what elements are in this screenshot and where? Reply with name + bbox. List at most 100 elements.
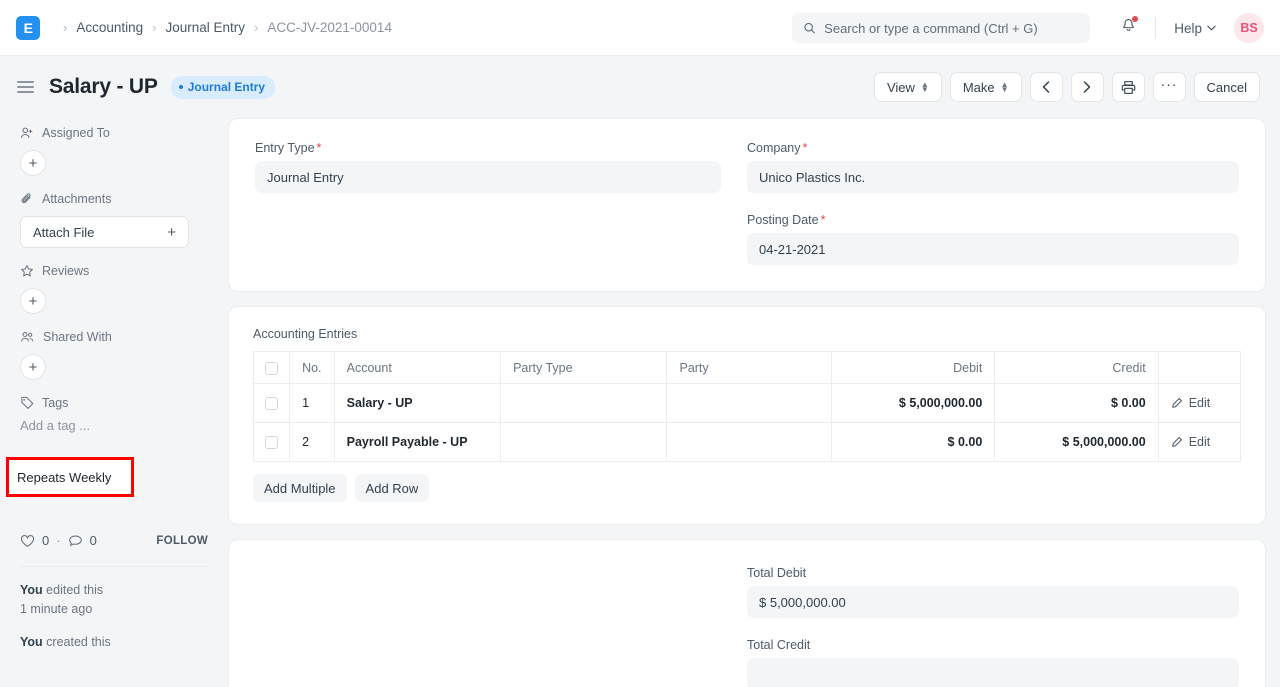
tags-label-row: Tags [20,396,208,410]
heart-icon[interactable] [20,534,35,548]
row-debit[interactable]: $ 5,000,000.00 [831,384,994,423]
row-credit[interactable]: $ 5,000,000.00 [995,423,1158,462]
help-label: Help [1174,21,1202,36]
users-icon [20,330,35,344]
add-tag-input[interactable]: Add a tag ... [20,418,208,433]
edit-row-button[interactable]: Edit [1171,435,1228,449]
shared-with-label: Shared With [43,330,112,344]
table-row[interactable]: 2 Payroll Payable - UP $ 0.00 $ 5,000,00… [254,423,1241,462]
totals-card: Total Debit $ 5,000,000.00 Total Credit [228,539,1266,687]
column-debit: Debit [831,352,994,384]
chevron-left-icon [1042,81,1050,93]
total-credit-label: Total Credit [747,638,1239,652]
sidebar-section-attachments: Attachments Attach File + [20,192,208,248]
reviews-label-row: Reviews [20,264,208,278]
timeline-time: 1 minute ago [20,602,92,616]
attach-file-button[interactable]: Attach File + [20,216,189,248]
sidebar-section-assigned-to: Assigned To + [20,126,208,176]
posting-date-input[interactable]: 04-21-2021 [747,233,1239,265]
attachments-label: Attachments [42,192,111,206]
previous-button[interactable] [1030,72,1063,102]
pencil-icon [1171,397,1183,409]
total-credit-input[interactable] [747,658,1239,687]
details-right-column: Company* Unico Plastics Inc. Posting Dat… [747,141,1239,265]
add-share-button[interactable]: + [20,354,46,380]
row-party-type[interactable] [501,423,667,462]
breadcrumb-separator: › [254,20,258,35]
search-box[interactable] [792,13,1090,43]
required-marker: * [821,213,826,227]
column-party: Party [667,352,831,384]
breadcrumb-accounting[interactable]: Accounting [76,18,143,37]
reviews-label: Reviews [42,264,89,278]
breadcrumb-document-id[interactable]: ACC-JV-2021-00014 [267,18,392,37]
avatar[interactable]: BS [1234,13,1264,43]
notification-dot [1132,16,1138,22]
view-button[interactable]: View ▲▼ [874,72,942,102]
page-header: Salary - UP Journal Entry View ▲▼ Make ▲… [0,56,1280,118]
add-assignment-button[interactable]: + [20,150,46,176]
select-all-checkbox[interactable] [265,362,278,375]
timeline-actor: You [20,583,43,597]
top-navbar: E › Accounting › Journal Entry › ACC-JV-… [0,0,1280,56]
sidebar-toggle-icon[interactable] [14,78,37,96]
search-input[interactable] [824,21,1079,36]
sidebar-section-reviews: Reviews + [20,264,208,314]
row-party-type[interactable] [501,384,667,423]
accounting-entries-card: Accounting Entries No. Account Party Typ… [228,306,1266,525]
entry-type-label: Entry Type* [255,141,721,155]
follow-button[interactable]: FOLLOW [156,535,208,547]
details-card: Entry Type* Journal Entry Company* Unico… [228,118,1266,292]
add-row-button[interactable]: Add Row [355,474,430,502]
shared-with-label-row: Shared With [20,330,208,344]
accounting-entries-table: No. Account Party Type Party Debit Credi… [253,351,1241,462]
row-debit[interactable]: $ 0.00 [831,423,994,462]
row-credit[interactable]: $ 0.00 [995,384,1158,423]
paperclip-icon [20,192,34,206]
attachments-label-row: Attachments [20,192,208,206]
social-separator: · [56,533,60,548]
next-button[interactable] [1071,72,1104,102]
entry-type-label-text: Entry Type [255,141,315,155]
edit-label: Edit [1189,435,1211,449]
entry-type-input[interactable]: Journal Entry [255,161,721,193]
repeats-weekly-highlight[interactable]: Repeats Weekly [6,457,134,497]
column-no: No. [290,352,335,384]
add-multiple-button[interactable]: Add Multiple [253,474,347,502]
add-review-button[interactable]: + [20,288,46,314]
edit-row-button[interactable]: Edit [1171,396,1228,410]
row-checkbox[interactable] [265,397,278,410]
breadcrumb-journal-entry[interactable]: Journal Entry [165,18,245,37]
main-content: Entry Type* Journal Entry Company* Unico… [228,118,1280,687]
row-party[interactable] [667,384,831,423]
row-account[interactable]: Payroll Payable - UP [334,423,500,462]
navbar-right: Help BS [792,0,1264,56]
help-menu[interactable]: Help [1174,21,1216,36]
user-plus-icon [20,126,34,140]
navbar-divider [1155,17,1156,39]
company-input[interactable]: Unico Plastics Inc. [747,161,1239,193]
assigned-to-label: Assigned To [42,126,110,140]
chevron-down-icon [1207,25,1216,31]
assigned-to-label-row: Assigned To [20,126,208,140]
app-logo[interactable]: E [16,16,40,40]
comment-icon[interactable] [68,534,83,548]
breadcrumb-separator: › [63,20,67,35]
print-button[interactable] [1112,72,1145,102]
status-dot [179,85,183,89]
total-debit-input[interactable]: $ 5,000,000.00 [747,586,1239,618]
sidebar: Assigned To + Attachments Attach File + [0,118,228,687]
more-options-button[interactable]: ··· [1153,72,1186,102]
row-select-cell [254,423,290,462]
make-button[interactable]: Make ▲▼ [950,72,1022,102]
timeline-action: edited this [43,583,103,597]
row-checkbox[interactable] [265,436,278,449]
table-row[interactable]: 1 Salary - UP $ 5,000,000.00 $ 0.00 [254,384,1241,423]
row-party[interactable] [667,423,831,462]
row-account[interactable]: Salary - UP [334,384,500,423]
cancel-button[interactable]: Cancel [1194,72,1260,102]
notifications-button[interactable] [1116,13,1141,43]
sidebar-divider [20,566,208,567]
posting-date-label: Posting Date* [747,213,1239,227]
breadcrumb: › Accounting › Journal Entry › ACC-JV-20… [54,18,392,37]
